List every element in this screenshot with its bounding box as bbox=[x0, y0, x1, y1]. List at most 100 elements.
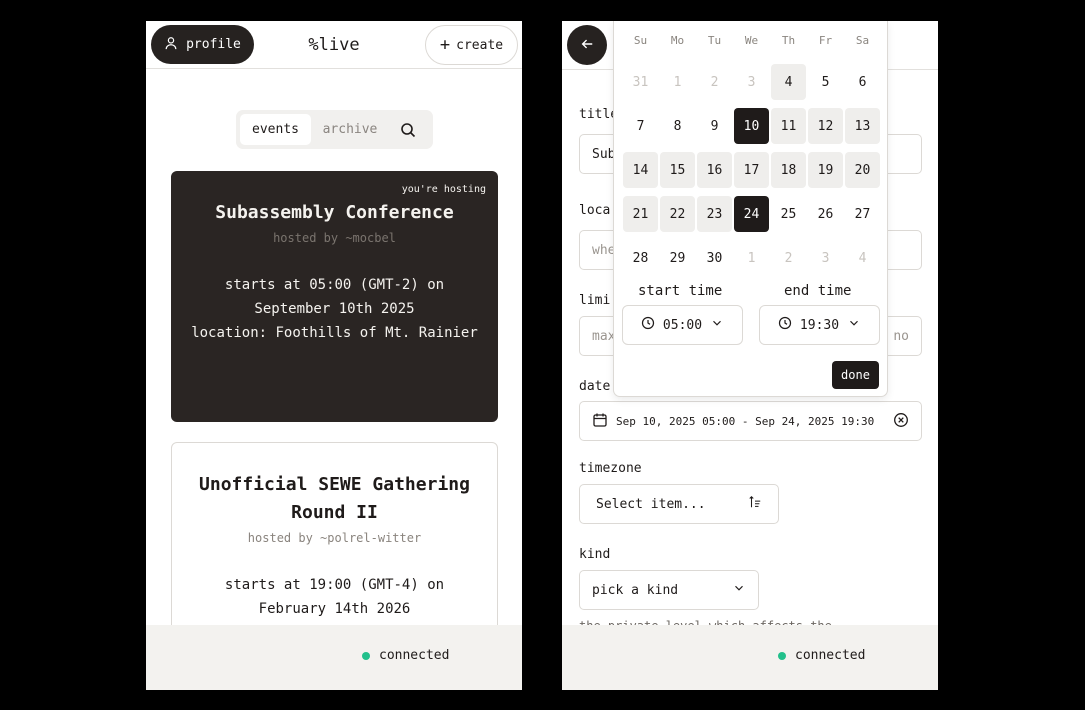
calendar-grid: 31 1 2 3 4 5 6 7 8 9 10 11 12 13 14 15 16 17 18 19 20 21 22 23 2… bbox=[622, 60, 881, 280]
timezone-label: timezone bbox=[579, 461, 642, 476]
calendar-day-number: 3 bbox=[821, 250, 830, 266]
calendar-day-number: 11 bbox=[771, 108, 806, 144]
calendar-day[interactable]: 5 bbox=[807, 60, 844, 104]
events-screen: profile %live + create events archive yo… bbox=[146, 21, 522, 690]
event-host: hosted by ~polrel-witter bbox=[247, 531, 422, 545]
calendar-day[interactable]: 8 bbox=[659, 104, 696, 148]
calendar-day-number: 28 bbox=[632, 250, 649, 266]
calendar-day[interactable]: 14 bbox=[622, 148, 659, 192]
calendar-day-number: 13 bbox=[845, 108, 880, 144]
calendar-day-number: 9 bbox=[710, 118, 719, 134]
create-event-screen: title Sub loca whe limi max no date Sep … bbox=[562, 21, 938, 690]
calendar-day[interactable]: 17 bbox=[733, 148, 770, 192]
calendar-day-number: 4 bbox=[858, 250, 867, 266]
calendar-day-number: 29 bbox=[669, 250, 686, 266]
calendar-day[interactable]: 4 bbox=[770, 60, 807, 104]
calendar-day[interactable]: 30 bbox=[696, 236, 733, 280]
calendar-day[interactable]: 2 bbox=[770, 236, 807, 280]
calendar-day-number: 12 bbox=[808, 108, 843, 144]
limit-placeholder: max bbox=[592, 328, 616, 344]
limit-label: limi bbox=[579, 293, 611, 308]
weekday-label: Mo bbox=[670, 34, 685, 47]
start-time-select[interactable]: 05:00 bbox=[622, 305, 743, 345]
calendar-day-number: 27 bbox=[854, 206, 871, 222]
kind-placeholder: pick a kind bbox=[592, 582, 679, 598]
weekday-label: Sa bbox=[855, 34, 870, 47]
calendar-day[interactable]: 27 bbox=[844, 192, 881, 236]
calendar-day[interactable]: 28 bbox=[622, 236, 659, 280]
create-label: create bbox=[456, 37, 504, 53]
calendar-day-number: 1 bbox=[747, 250, 756, 266]
calendar-day[interactable]: 2 bbox=[696, 60, 733, 104]
done-button[interactable]: done bbox=[832, 361, 879, 389]
calendar-day[interactable]: 13 bbox=[844, 104, 881, 148]
calendar-day[interactable]: 21 bbox=[622, 192, 659, 236]
calendar-day[interactable]: 12 bbox=[807, 104, 844, 148]
calendar-day[interactable]: 9 bbox=[696, 104, 733, 148]
arrow-left-icon bbox=[580, 36, 594, 55]
plus-icon: + bbox=[439, 34, 451, 55]
calendar-day[interactable]: 11 bbox=[770, 104, 807, 148]
calendar-day[interactable]: 23 bbox=[696, 192, 733, 236]
connection-status-bar: connected bbox=[562, 625, 938, 690]
calendar-day[interactable]: 31 bbox=[622, 60, 659, 104]
calendar-day[interactable]: 19 bbox=[807, 148, 844, 192]
calendar-day[interactable]: 1 bbox=[733, 236, 770, 280]
calendar-day[interactable]: 6 bbox=[844, 60, 881, 104]
timezone-select[interactable]: Select item... bbox=[579, 484, 779, 524]
calendar-day[interactable]: 4 bbox=[844, 236, 881, 280]
create-button[interactable]: + create bbox=[425, 25, 518, 65]
calendar-day[interactable]: 16 bbox=[696, 148, 733, 192]
kind-label: kind bbox=[579, 547, 611, 562]
weekday-label: Th bbox=[781, 34, 796, 47]
sort-icon bbox=[748, 495, 762, 513]
calendar-day-number: 6 bbox=[858, 74, 867, 90]
calendar-day[interactable]: 26 bbox=[807, 192, 844, 236]
weekday-label: Su bbox=[633, 34, 648, 47]
calendar-day-number: 25 bbox=[780, 206, 797, 222]
calendar-day[interactable]: 24 bbox=[733, 192, 770, 236]
start-time-label: start time bbox=[638, 283, 723, 299]
calendar-day-number: 23 bbox=[697, 196, 732, 232]
back-button[interactable] bbox=[567, 25, 607, 65]
calendar-day-number: 18 bbox=[771, 152, 806, 188]
hosting-badge: you're hosting bbox=[401, 184, 486, 195]
tab-events[interactable]: events bbox=[240, 114, 311, 145]
date-range-field[interactable]: Sep 10, 2025 05:00 - Sep 24, 2025 19:30 bbox=[579, 401, 922, 441]
start-time-value: 05:00 bbox=[662, 317, 703, 333]
kind-select[interactable]: pick a kind bbox=[579, 570, 759, 610]
calendar-day[interactable]: 10 bbox=[733, 104, 770, 148]
clock-icon bbox=[778, 316, 792, 334]
connection-status-bar: connected bbox=[146, 625, 522, 690]
end-time-value: 19:30 bbox=[799, 317, 840, 333]
date-range-value: Sep 10, 2025 05:00 - Sep 24, 2025 19:30 bbox=[616, 414, 875, 428]
clear-icon[interactable] bbox=[893, 412, 909, 431]
search-icon[interactable] bbox=[389, 122, 427, 138]
calendar-day-number: 30 bbox=[706, 250, 723, 266]
event-host: hosted by ~mocbel bbox=[273, 231, 396, 245]
calendar-day[interactable]: 20 bbox=[844, 148, 881, 192]
calendar-day[interactable]: 25 bbox=[770, 192, 807, 236]
event-card[interactable]: you're hosting Subassembly Conference ho… bbox=[171, 171, 498, 422]
event-title: Unofficial SEWE Gathering Round II bbox=[199, 474, 470, 523]
calendar-day-number: 7 bbox=[636, 118, 645, 134]
calendar-day[interactable]: 29 bbox=[659, 236, 696, 280]
calendar-day[interactable]: 7 bbox=[622, 104, 659, 148]
calendar-day[interactable]: 3 bbox=[807, 236, 844, 280]
calendar-day-number: 2 bbox=[710, 74, 719, 90]
calendar-day[interactable]: 3 bbox=[733, 60, 770, 104]
calendar-day[interactable]: 22 bbox=[659, 192, 696, 236]
event-title: Subassembly Conference bbox=[215, 202, 454, 223]
calendar-day[interactable]: 18 bbox=[770, 148, 807, 192]
calendar-day[interactable]: 1 bbox=[659, 60, 696, 104]
calendar-day-number: 20 bbox=[845, 152, 880, 188]
calendar-day-number: 22 bbox=[660, 196, 695, 232]
tab-archive[interactable]: archive bbox=[311, 114, 389, 145]
end-time-select[interactable]: 19:30 bbox=[759, 305, 880, 345]
weekday-label: Tu bbox=[707, 34, 722, 47]
event-location: location: Foothills of Mt. Rainier bbox=[191, 325, 478, 341]
calendar-day-number: 4 bbox=[771, 64, 806, 100]
limit-suffix: no bbox=[893, 328, 909, 344]
calendar-day[interactable]: 15 bbox=[659, 148, 696, 192]
calendar-day-number: 17 bbox=[734, 152, 769, 188]
